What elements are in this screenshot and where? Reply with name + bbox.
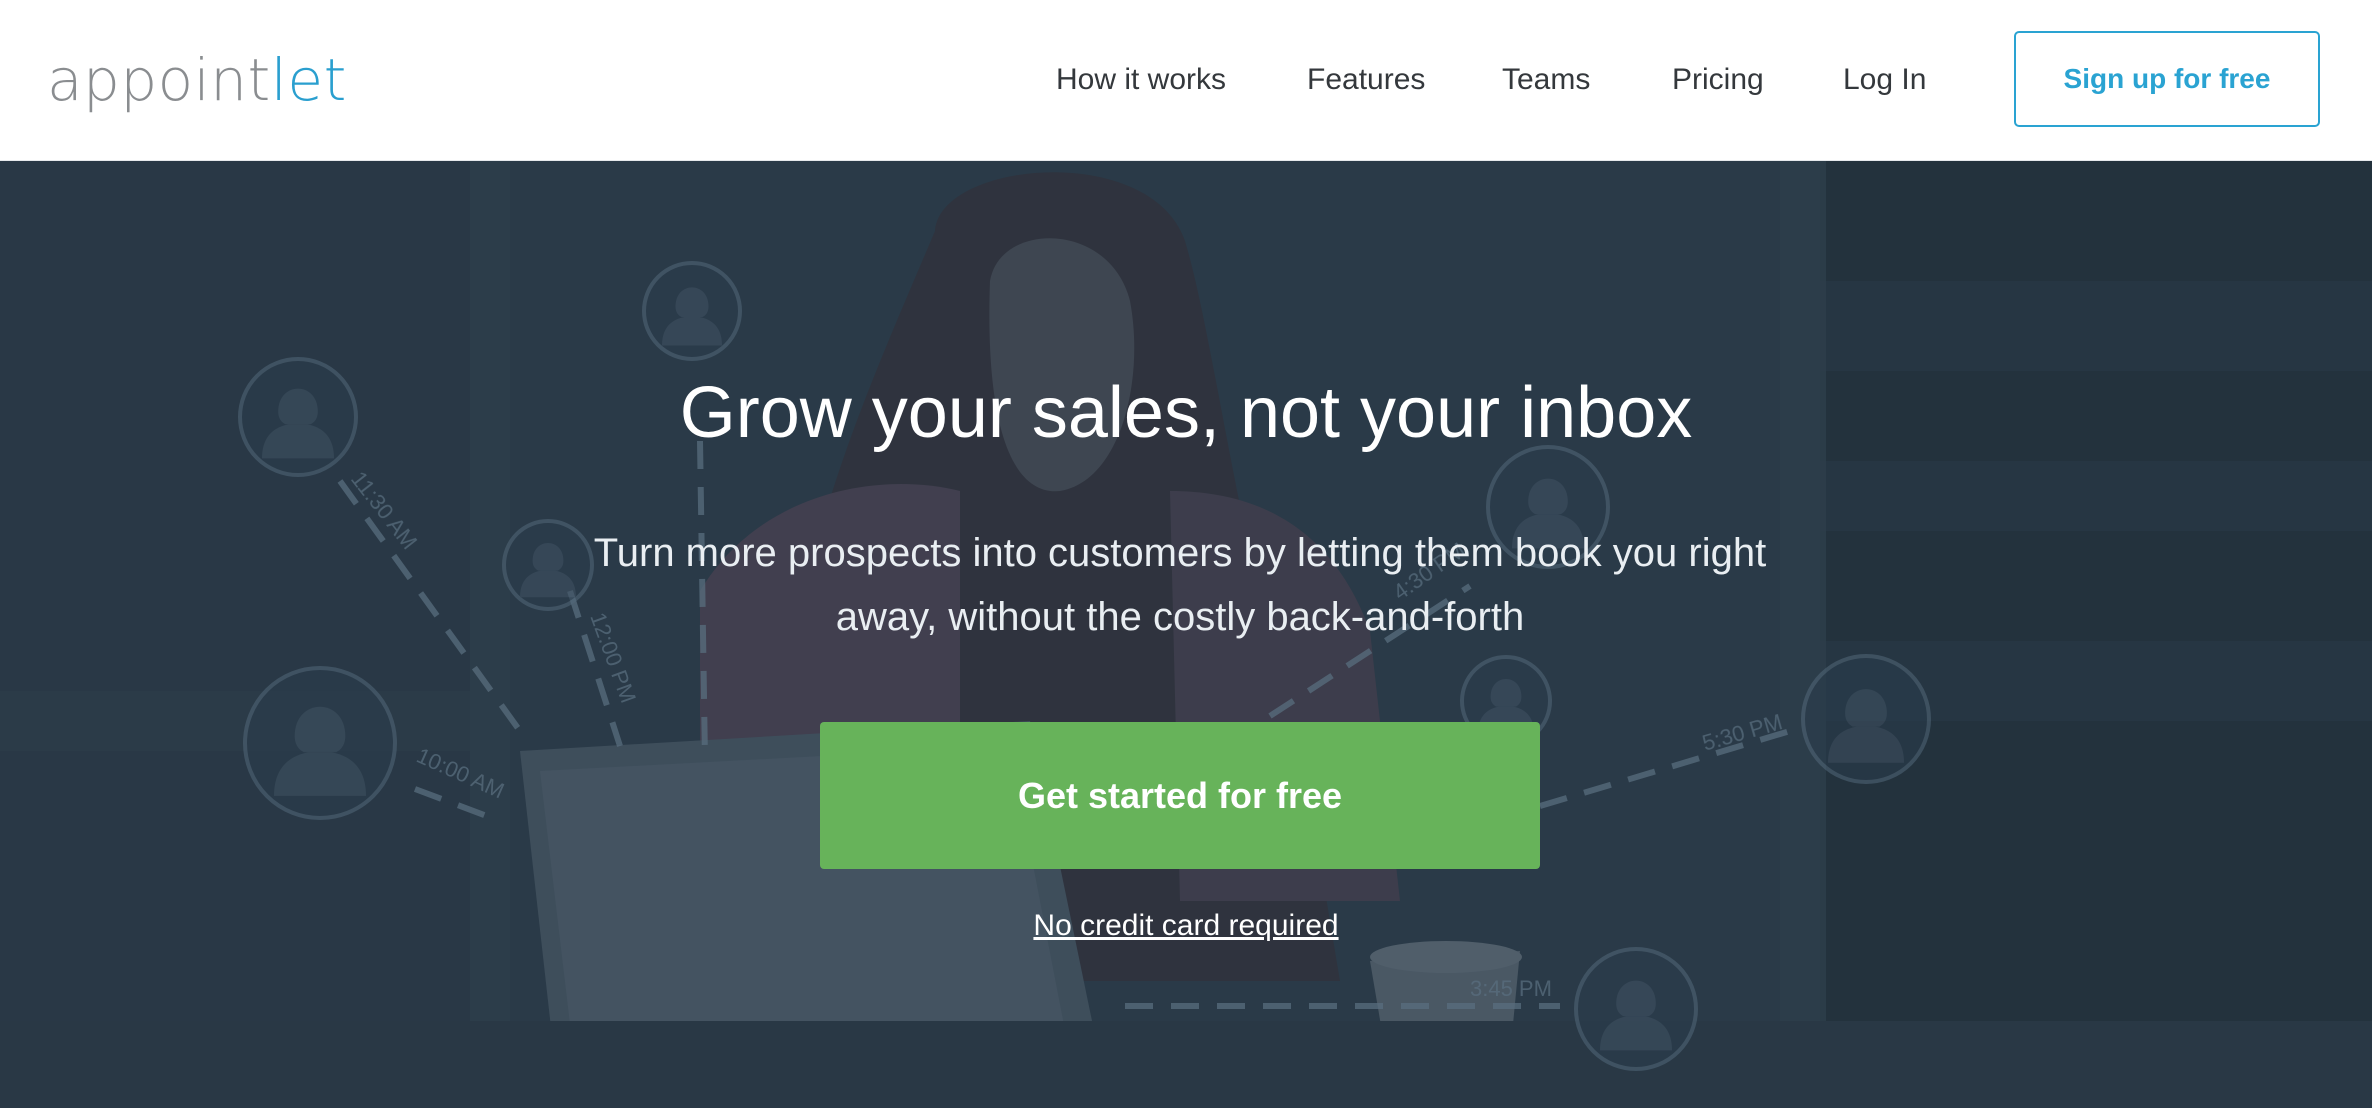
no-credit-card-link[interactable]: No credit card required bbox=[1033, 909, 1338, 942]
nav-pricing[interactable]: Pricing bbox=[1672, 56, 1764, 104]
nav-features[interactable]: Features bbox=[1307, 56, 1425, 104]
nav-log-in[interactable]: Log In bbox=[1843, 56, 1926, 104]
no-credit-card-note: No credit card required bbox=[0, 904, 2372, 948]
nav-how-it-works[interactable]: How it works bbox=[1056, 56, 1226, 104]
site-header: appointlet How it works Features Teams P… bbox=[0, 0, 2372, 161]
hero-subtitle: Turn more prospects into customers by le… bbox=[593, 531, 1767, 639]
hero-section: 11:30 AM 12:00 PM 10:00 AM 4:30 PM 5:30 … bbox=[0, 161, 2372, 1108]
sign-up-button[interactable]: Sign up for free bbox=[2014, 31, 2320, 127]
logo-text-let: let bbox=[270, 46, 347, 114]
hero-title: Grow your sales, not your inbox bbox=[679, 373, 1693, 453]
logo-text-appoint: appoint bbox=[47, 46, 271, 114]
appointlet-logo[interactable]: appointlet bbox=[47, 44, 347, 116]
get-started-button[interactable]: Get started for free bbox=[820, 722, 1540, 869]
nav-teams[interactable]: Teams bbox=[1502, 56, 1590, 104]
